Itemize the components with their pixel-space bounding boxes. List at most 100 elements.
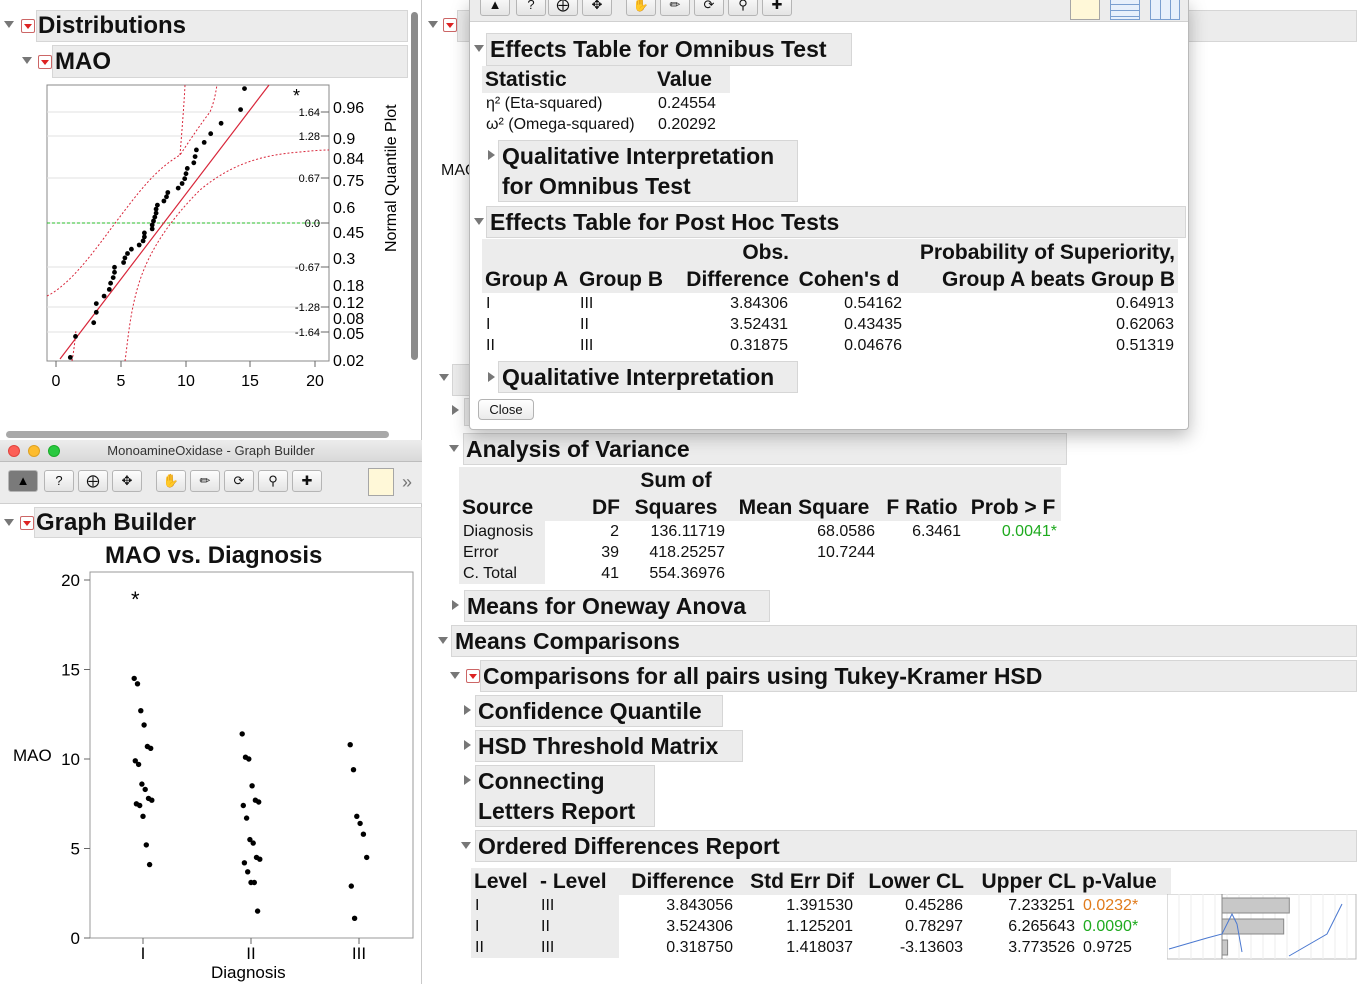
- posthoc-col-obs-top: Obs.: [742, 241, 789, 264]
- y-tick-label: 20: [61, 571, 80, 590]
- posthoc-col-group-b: Group B: [576, 239, 674, 293]
- quantile-point: [110, 275, 116, 280]
- crosshair-tool-button[interactable]: ✚: [292, 470, 322, 492]
- ordered-lower-cl: 0.45286: [905, 897, 963, 914]
- anova-source: C. Total: [459, 563, 545, 584]
- graph-builder-titlebar[interactable]: MonoamineOxidase - Graph Builder: [0, 440, 422, 462]
- mao-menu-icon[interactable]: [38, 55, 52, 69]
- omnibus-col-statistic: Statistic: [482, 66, 654, 93]
- arrow-tool-button[interactable]: ▲: [8, 470, 38, 492]
- quantile-point: [101, 293, 107, 299]
- collapse-oneway-anova-icon[interactable]: [439, 374, 449, 381]
- posthoc-row: I III 3.84306 0.54162 0.64913: [482, 293, 1178, 314]
- quantile-point: [194, 147, 199, 153]
- popup-arrow-tool-button[interactable]: ▲: [480, 0, 510, 16]
- graph-builder-window-title: MonoamineOxidase - Graph Builder: [107, 443, 315, 458]
- selection-tool-button[interactable]: ⨁: [78, 470, 108, 492]
- ordered-level: II: [471, 937, 537, 958]
- toolbar-overflow-icon[interactable]: »: [402, 472, 412, 493]
- expand-hsd-matrix-icon[interactable]: [464, 740, 471, 750]
- ordered-col-header: Difference: [619, 868, 737, 895]
- anova-f: 6.3461: [912, 523, 961, 540]
- collapse-mao-icon[interactable]: [22, 57, 32, 64]
- probability-tick-label: 0.75: [333, 173, 364, 190]
- grabber-tool-button[interactable]: ✋: [156, 470, 186, 492]
- popup-crosshair-tool-button[interactable]: ✚: [762, 0, 792, 16]
- posthoc-prob: 0.62063: [1116, 316, 1174, 333]
- ordered-upper-cl: 3.773526: [1008, 939, 1075, 956]
- lasso-tool-button[interactable]: ⟳: [224, 470, 254, 492]
- script-icon[interactable]: [368, 468, 394, 496]
- data-point: [348, 883, 354, 889]
- mao-vs-diagnosis-chart: 20151050 I II III * MAO Diagnosis: [13, 571, 414, 982]
- posthoc-obs-diff: 3.84306: [730, 295, 788, 312]
- collapse-posthoc-icon[interactable]: [474, 218, 484, 225]
- quantile-point: [183, 171, 189, 177]
- graph-builder-menu-icon[interactable]: [20, 516, 34, 530]
- tukey-kramer-title: Comparisons for all pairs using Tukey-Kr…: [480, 660, 1357, 692]
- popup-help-tool-button[interactable]: ?: [516, 0, 546, 16]
- expand-qual-posthoc-icon[interactable]: [488, 372, 495, 382]
- collapse-means-comparisons-icon[interactable]: [438, 637, 448, 644]
- expand-summary-icon[interactable]: [452, 405, 459, 415]
- anova-p-value: [965, 563, 1061, 584]
- tukey-menu-icon[interactable]: [466, 669, 480, 683]
- popup-toolbar: ▲ ? ⨁ ✥ ✋ ✏ ⟳ ⚲ ✚: [470, 0, 1188, 22]
- popup-table-icon[interactable]: [1110, 0, 1140, 20]
- distributions-vertical-scrollbar[interactable]: [411, 12, 418, 360]
- close-button[interactable]: Close: [478, 399, 534, 420]
- ordered-differences-title: Ordered Differences Report: [475, 830, 1357, 862]
- ordered-col-header: - Level: [537, 868, 619, 895]
- collapse-ordered-differences-icon[interactable]: [461, 842, 471, 849]
- distributions-horizontal-scrollbar[interactable]: [6, 431, 389, 438]
- popup-columns-icon[interactable]: [1150, 0, 1180, 20]
- move-tool-button[interactable]: ✥: [112, 470, 142, 492]
- popup-grabber-tool-button[interactable]: ✋: [626, 0, 656, 16]
- anova-df: 41: [601, 565, 619, 582]
- popup-magnifier-tool-button[interactable]: ⚲: [728, 0, 758, 16]
- popup-selection-tool-button[interactable]: ⨁: [548, 0, 578, 16]
- quantile-point: [161, 198, 167, 204]
- means-comparisons-title: Means Comparisons: [451, 625, 1357, 657]
- popup-lasso-tool-button[interactable]: ⟳: [694, 0, 724, 16]
- collapse-omnibus-icon[interactable]: [474, 45, 484, 52]
- collapse-oneway-icon[interactable]: [428, 21, 438, 28]
- ordered-differences-bar-chart: [1167, 894, 1357, 960]
- quantile-point: [218, 120, 224, 126]
- brush-tool-button[interactable]: ✏: [190, 470, 220, 492]
- distributions-title: Distributions: [36, 10, 408, 42]
- means-oneway-anova-title: Means for Oneway Anova: [464, 590, 770, 622]
- collapse-tukey-icon[interactable]: [450, 672, 460, 679]
- expand-connecting-letters-icon[interactable]: [464, 775, 471, 785]
- posthoc-group-a: II: [486, 337, 495, 354]
- collapse-anova-icon[interactable]: [449, 445, 459, 452]
- magnifier-tool-button[interactable]: ⚲: [258, 470, 288, 492]
- data-point: [140, 813, 146, 819]
- collapse-graph-builder-icon[interactable]: [4, 519, 14, 526]
- popup-script-icon[interactable]: [1070, 0, 1100, 20]
- expand-qual-omnibus-icon[interactable]: [488, 150, 495, 160]
- x-category-label: III: [352, 944, 366, 963]
- popup-brush-tool-button[interactable]: ✏: [660, 0, 690, 16]
- expand-confidence-quantile-icon[interactable]: [464, 705, 471, 715]
- data-point: [149, 797, 155, 803]
- distributions-menu-icon[interactable]: [21, 19, 35, 33]
- normal-quantile-plot: * 1.64 1.28 0.67 0.0 -0.67 -1.28 -1.64 0.96 0.9…: [46, 84, 400, 390]
- collapse-distributions-icon[interactable]: [4, 21, 14, 28]
- data-point: [240, 802, 246, 809]
- ordered-row: I II 3.524306 1.125201 0.78297 6.265643 0.0090…: [471, 916, 1171, 937]
- quantile-point: [93, 301, 99, 306]
- popup-move-tool-button[interactable]: ✥: [582, 0, 612, 16]
- anova-col-ss-bottom: Squares: [634, 496, 718, 519]
- omnibus-value: 0.24554: [658, 95, 716, 112]
- data-point: [143, 842, 149, 848]
- oneway-menu-icon[interactable]: [443, 18, 457, 32]
- mao-axis-partial-label: MAO: [441, 162, 471, 179]
- expand-means-oneway-icon[interactable]: [452, 600, 459, 610]
- help-tool-button[interactable]: ?: [44, 470, 74, 492]
- posthoc-title: Effects Table for Post Hoc Tests: [486, 206, 1186, 238]
- anova-col-ss: Sum of Squares: [623, 467, 729, 521]
- quantile-point: [112, 264, 117, 270]
- posthoc-group-b: III: [580, 337, 594, 354]
- quantile-point: [136, 242, 142, 248]
